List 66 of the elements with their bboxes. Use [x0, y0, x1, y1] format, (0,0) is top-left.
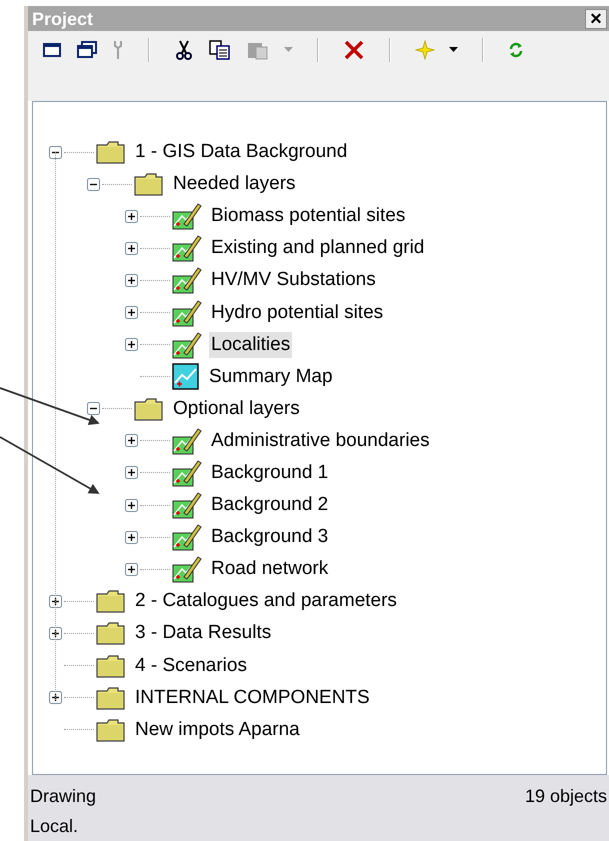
status-text: Local.: [30, 815, 80, 838]
tree-item[interactable]: Hydro potential sites: [209, 300, 386, 326]
layer-pencil-icon: [172, 234, 202, 262]
dropdown-arrow-icon[interactable]: [449, 47, 458, 53]
expand-toggle[interactable]: [125, 434, 138, 448]
tree-item[interactable]: Background 2: [209, 492, 330, 518]
expand-toggle[interactable]: [125, 562, 138, 576]
folder-icon: [134, 171, 164, 198]
tree-item[interactable]: 1 - GIS Data Background: [133, 139, 350, 166]
layer-pencil-icon: [172, 426, 202, 455]
tree-item[interactable]: Background 3: [209, 524, 330, 550]
scissors-icon[interactable]: [174, 39, 194, 61]
tree-item[interactable]: Biomass potential sites: [209, 203, 408, 230]
window-title: Project: [32, 10, 94, 28]
tree-item[interactable]: Existing and planned grid: [209, 235, 426, 262]
tree-item[interactable]: New impots Aparna: [133, 716, 302, 743]
refresh-icon[interactable]: [508, 41, 524, 59]
windows-icon[interactable]: [76, 40, 98, 60]
map-icon: [172, 362, 200, 391]
layer-pencil-icon: [172, 202, 202, 230]
tree-item[interactable]: Road network: [209, 556, 330, 582]
tree-item[interactable]: 2 - Catalogues and parameters: [133, 588, 399, 614]
folder-icon: [96, 652, 126, 679]
folder-icon: [134, 396, 164, 422]
collapse-toggle[interactable]: [87, 402, 100, 416]
expand-toggle[interactable]: [125, 274, 138, 287]
layer-pencil-icon: [172, 523, 202, 552]
expand-toggle[interactable]: [49, 691, 62, 704]
tree-item[interactable]: Summary Map: [207, 364, 335, 390]
delete-icon[interactable]: [343, 39, 365, 61]
expand-toggle[interactable]: [125, 306, 138, 320]
tree-item[interactable]: Background 1: [209, 460, 330, 486]
status-text: Drawing: [30, 785, 96, 808]
tree-item[interactable]: Localities: [209, 332, 292, 358]
tree-item[interactable]: Needed layers: [171, 171, 298, 198]
folder-icon: [96, 620, 126, 646]
expand-toggle[interactable]: [125, 466, 138, 480]
layer-pencil-icon: [172, 555, 202, 584]
collapse-toggle[interactable]: [49, 146, 62, 159]
tree-item[interactable]: Optional layers: [171, 396, 302, 422]
layer-pencil-icon: [172, 491, 202, 520]
folder-icon: [96, 139, 126, 166]
expand-toggle[interactable]: [49, 594, 62, 608]
layer-pencil-icon: [172, 266, 202, 294]
layer-pencil-icon: [172, 458, 202, 487]
tree-item[interactable]: HV/MV Substations: [209, 267, 378, 294]
expand-toggle[interactable]: [49, 626, 62, 640]
object-count: 19 objects: [524, 785, 607, 808]
layer-pencil-icon: [172, 330, 202, 359]
tree-item[interactable]: 3 - Data Results: [133, 620, 274, 646]
expand-toggle[interactable]: [125, 210, 138, 223]
expand-toggle[interactable]: [125, 530, 138, 544]
expand-toggle[interactable]: [125, 338, 138, 352]
window-icon[interactable]: [42, 41, 62, 59]
expand-toggle[interactable]: [125, 242, 138, 255]
copy-icon[interactable]: [208, 39, 232, 61]
tree-item[interactable]: 4 - Scenarios: [133, 652, 249, 679]
close-button[interactable]: ×: [585, 8, 607, 28]
folder-icon: [96, 684, 126, 711]
layer-pencil-icon: [172, 298, 202, 327]
folder-icon: [96, 716, 126, 743]
folder-icon: [96, 588, 126, 614]
expand-toggle[interactable]: [125, 498, 138, 512]
tree-item[interactable]: INTERNAL COMPONENTS: [133, 684, 372, 711]
tree-item[interactable]: Administrative boundaries: [209, 428, 432, 454]
collapse-toggle[interactable]: [87, 178, 100, 191]
